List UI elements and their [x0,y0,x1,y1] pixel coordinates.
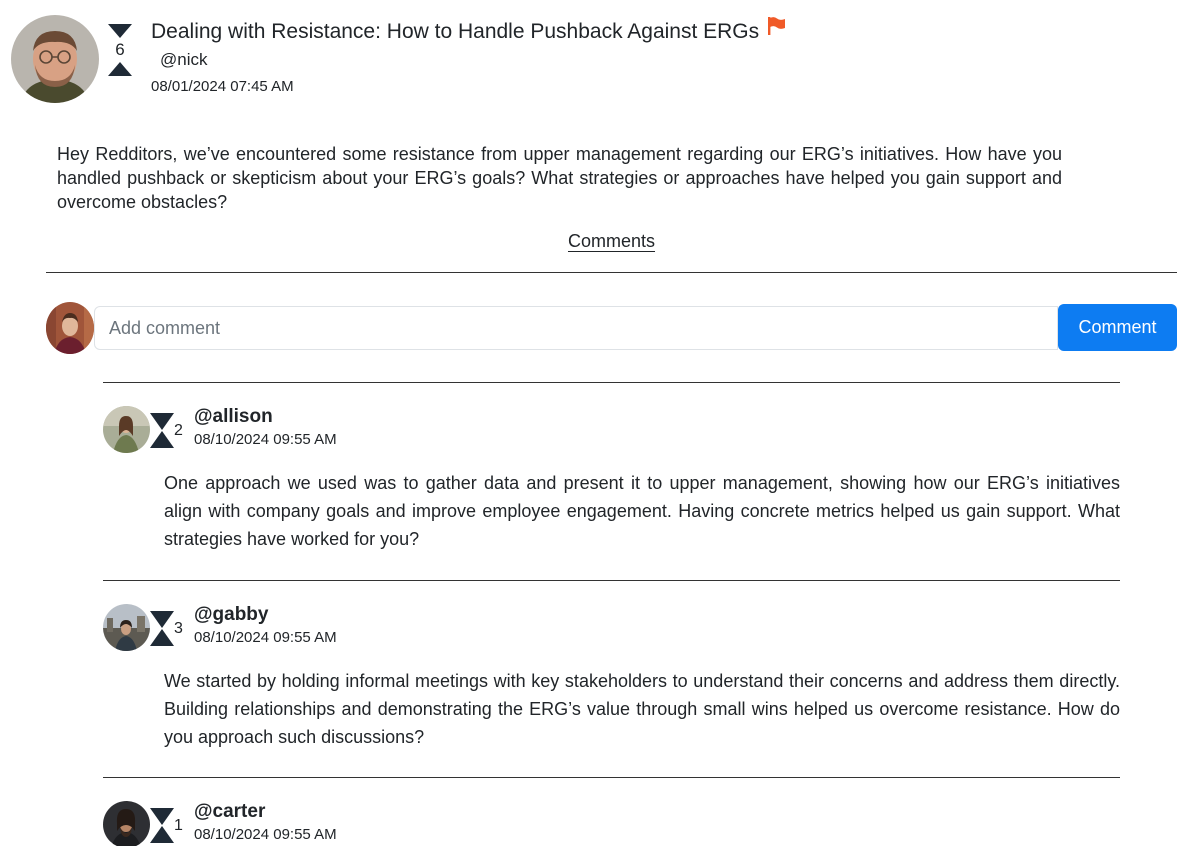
post-score: 6 [115,40,125,59]
downvote-icon[interactable] [108,24,132,38]
downvote-icon[interactable] [150,611,174,628]
post-body: Hey Redditors, we’ve encountered some re… [57,144,1062,212]
comment-item: 1 @carter 08/10/2024 09:55 AM [103,777,1120,846]
comment-score: 1 [174,817,183,834]
comment-vote-controls: 1 [150,808,190,844]
comment-vote-controls: 2 [150,413,190,449]
comment-author-avatar[interactable] [103,801,150,846]
post-author-avatar[interactable] [11,15,99,103]
comment-body: We started by holding informal meetings … [164,671,1120,747]
comments-section-header: Comments [0,229,1191,253]
flag-icon[interactable] [767,16,787,44]
submit-comment-button[interactable]: Comment [1058,304,1177,351]
comment-body: One approach we used was to gather data … [164,473,1120,549]
post-timestamp: 08/01/2024 07:45 AM [151,78,294,95]
upvote-icon[interactable] [150,431,174,448]
post-vote-controls: 6 [105,24,135,76]
comment-author-name[interactable]: @allison [194,404,273,430]
post-author-name[interactable]: @nick [160,48,208,72]
comment-timestamp: 08/10/2024 09:55 AM [194,826,337,843]
current-user-avatar [46,302,94,354]
comment-author-name[interactable]: @carter [194,799,265,825]
add-comment-input[interactable] [94,306,1058,350]
comment-item: 2 @allison 08/10/2024 09:55 AM One appro… [103,382,1120,581]
comment-item: 3 @gabby 08/10/2024 09:55 AM We started … [103,580,1120,778]
downvote-icon[interactable] [150,413,174,430]
upvote-icon[interactable] [108,62,132,76]
upvote-icon[interactable] [150,826,174,843]
comment-vote-controls: 3 [150,611,190,647]
comment-author-avatar[interactable] [103,406,150,453]
divider [46,272,1177,273]
comment-author-name[interactable]: @gabby [194,602,268,628]
comment-score: 3 [174,620,183,637]
comments-link[interactable]: Comments [568,231,655,251]
comment-score: 2 [174,422,183,439]
post-title-row: Dealing with Resistance: How to Handle P… [151,16,787,46]
upvote-icon[interactable] [150,629,174,646]
comment-timestamp: 08/10/2024 09:55 AM [194,629,337,646]
comment-author-avatar[interactable] [103,604,150,651]
post-page: 6 Dealing with Resistance: How to Handle… [0,0,1191,846]
downvote-icon[interactable] [150,808,174,825]
comment-timestamp: 08/10/2024 09:55 AM [194,431,337,448]
post-title: Dealing with Resistance: How to Handle P… [151,20,760,43]
